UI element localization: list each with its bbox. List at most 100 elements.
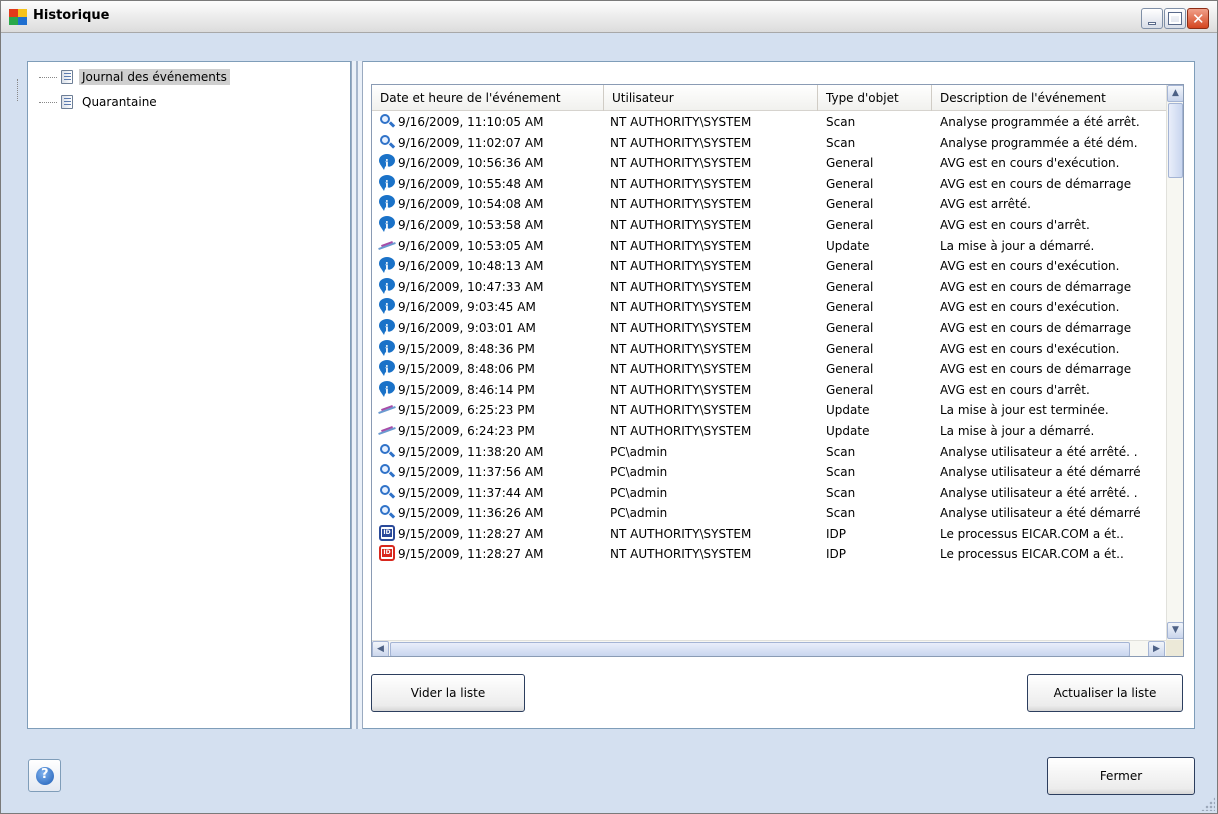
cell-type: IDP <box>826 547 847 562</box>
table-row[interactable]: i 9/15/2009, 8:48:36 PM NT AUTHORITY\SYSTE… <box>372 339 1166 360</box>
table-row[interactable]: i 9/15/2009, 8:46:14 PM NT AUTHORITY\SYSTE… <box>372 380 1166 401</box>
cell-date-text: 9/16/2009, 11:10:05 AM <box>398 115 544 129</box>
panel-splitter[interactable] <box>351 61 363 729</box>
avg-logo-icon <box>9 9 27 25</box>
table-row[interactable]: 9/15/2009, 6:25:23 PM NT AUTHORITY\SYSTEM… <box>372 400 1166 421</box>
cell-date: 9/15/2009, 11:37:56 AM <box>378 462 604 482</box>
scroll-left-button[interactable]: ◀ <box>372 641 389 656</box>
vertical-scrollbar[interactable]: ▲ ▼ <box>1166 85 1183 640</box>
cell-user: NT AUTHORITY\SYSTEM <box>610 135 752 150</box>
column-header-description[interactable]: Description de l'événement <box>932 85 1166 111</box>
cell-date-text: 9/15/2009, 11:28:27 AM <box>398 547 544 562</box>
cell-date: i 9/15/2009, 8:48:06 PM <box>378 359 604 379</box>
vertical-scroll-thumb[interactable] <box>1168 103 1183 178</box>
maximize-button[interactable] <box>1164 8 1186 29</box>
cell-description: Analyse programmée a été arrêt. <box>940 115 1140 129</box>
cell-user: NT AUTHORITY\SYSTEM <box>610 341 752 356</box>
help-button[interactable]: ? <box>28 759 61 792</box>
cell-date-text: 9/16/2009, 9:03:01 AM <box>398 320 536 335</box>
cell-user: NT AUTHORITY\SYSTEM <box>610 547 752 562</box>
refresh-list-button[interactable]: Actualiser la liste <box>1027 674 1183 712</box>
cell-date: i 9/16/2009, 10:55:48 AM <box>378 174 604 194</box>
cell-type: General <box>826 217 874 232</box>
cell-date: i 9/16/2009, 9:03:01 AM <box>378 318 604 338</box>
cell-date: i 9/16/2009, 10:53:58 AM <box>378 215 604 235</box>
cell-user: PC\admin <box>610 444 668 459</box>
close-window-button[interactable]: ✕ <box>1187 8 1209 29</box>
table-row[interactable]: i 9/16/2009, 10:55:48 AM NT AUTHORITY\SYST… <box>372 174 1166 195</box>
table-row[interactable]: 9/16/2009, 11:02:07 AM NT AUTHORITY\SYSTE… <box>372 133 1166 154</box>
cell-user: NT AUTHORITY\SYSTEM <box>610 300 752 315</box>
cell-date: i 9/16/2009, 10:56:36 AM <box>378 153 604 173</box>
close-button[interactable]: Fermer <box>1047 757 1195 795</box>
cell-date-text: 9/16/2009, 9:03:45 AM <box>398 300 536 315</box>
cell-date-text: 9/15/2009, 8:46:14 PM <box>398 382 535 397</box>
table-row[interactable]: i 9/16/2009, 10:53:58 AM NT AUTHORITY\SYST… <box>372 215 1166 236</box>
table-row[interactable]: i 9/16/2009, 10:47:33 AM NT AUTHORITY\SYST… <box>372 277 1166 298</box>
table-row[interactable]: i 9/16/2009, 10:56:36 AM NT AUTHORITY\SYST… <box>372 153 1166 174</box>
info-icon: i <box>378 277 396 294</box>
cell-date-text: 9/15/2009, 6:25:23 PM <box>398 403 535 418</box>
tree-item-event-log[interactable]: Journal des événements <box>39 68 230 86</box>
horizontal-scroll-thumb[interactable] <box>390 642 1130 656</box>
table-row[interactable]: 9/15/2009, 11:36:26 AM PC\admin Scan Analys… <box>372 503 1166 524</box>
table-row[interactable]: ID 9/15/2009, 11:28:27 AM NT AUTHORITY\SYS… <box>372 524 1166 545</box>
cell-user: NT AUTHORITY\SYSTEM <box>610 403 752 418</box>
cell-type: General <box>826 341 874 356</box>
table-row[interactable]: 9/15/2009, 11:38:20 AM PC\admin Scan Analys… <box>372 442 1166 463</box>
cell-type: Scan <box>826 135 856 150</box>
cell-date: i 9/16/2009, 9:03:45 AM <box>378 297 604 317</box>
table-row[interactable]: i 9/16/2009, 9:03:01 AM NT AUTHORITY\SYSTE… <box>372 318 1166 339</box>
cell-user: NT AUTHORITY\SYSTEM <box>610 197 752 212</box>
cell-date: 9/16/2009, 11:02:07 AM <box>378 133 604 153</box>
table-row[interactable]: ID 9/15/2009, 11:28:27 AM NT AUTHORITY\SYS… <box>372 544 1166 565</box>
cell-date: 9/15/2009, 11:37:44 AM <box>378 483 604 503</box>
event-table: Date et heure de l'événement Utilisateur… <box>371 84 1184 657</box>
table-row[interactable]: i 9/15/2009, 8:48:06 PM NT AUTHORITY\SYSTE… <box>372 359 1166 380</box>
scroll-corner <box>1166 640 1183 656</box>
minimize-icon <box>1148 22 1156 25</box>
cell-type: Scan <box>826 115 856 129</box>
resize-grip[interactable] <box>1201 797 1215 811</box>
cell-user: NT AUTHORITY\SYSTEM <box>610 320 752 335</box>
info-icon: i <box>378 318 396 335</box>
horizontal-scrollbar[interactable]: ◀ ▶ <box>372 640 1166 656</box>
scroll-up-button[interactable]: ▲ <box>1167 85 1183 102</box>
scroll-right-button[interactable]: ▶ <box>1148 641 1165 656</box>
cell-date-text: 9/16/2009, 10:48:13 AM <box>398 259 544 274</box>
cell-date-text: 9/15/2009, 11:38:20 AM <box>398 444 544 459</box>
tree-item-quarantine[interactable]: Quarantaine <box>39 93 160 111</box>
table-row[interactable]: 9/15/2009, 11:37:44 AM PC\admin Scan Analys… <box>372 483 1166 504</box>
cell-description: La mise à jour a démarré. <box>940 238 1095 253</box>
cell-type: General <box>826 362 874 377</box>
table-row[interactable]: 9/15/2009, 6:24:23 PM NT AUTHORITY\SYSTEM… <box>372 421 1166 442</box>
journal-icon <box>59 69 75 85</box>
scan-icon <box>378 443 396 459</box>
table-row[interactable]: 9/16/2009, 11:10:05 AM NT AUTHORITY\SYSTE… <box>372 112 1166 133</box>
column-header-type[interactable]: Type d'objet <box>818 85 932 111</box>
cell-date: ID 9/15/2009, 11:28:27 AM <box>378 524 604 544</box>
cell-description: La mise à jour a démarré. <box>940 423 1095 438</box>
cell-user: NT AUTHORITY\SYSTEM <box>610 362 752 377</box>
cell-date: i 9/16/2009, 10:54:08 AM <box>378 194 604 214</box>
table-row[interactable]: i 9/16/2009, 9:03:45 AM NT AUTHORITY\SYSTE… <box>372 297 1166 318</box>
table-row[interactable]: i 9/16/2009, 10:54:08 AM NT AUTHORITY\SYST… <box>372 194 1166 215</box>
tree-item-label: Quarantaine <box>82 95 157 109</box>
clear-list-button[interactable]: Vider la liste <box>371 674 525 712</box>
table-row[interactable]: 9/15/2009, 11:37:56 AM PC\admin Scan Analys… <box>372 462 1166 483</box>
cell-type: General <box>826 320 874 335</box>
cell-type: Scan <box>826 506 856 521</box>
title-bar[interactable]: Historique ✕ <box>1 1 1217 33</box>
info-icon: i <box>378 339 396 356</box>
column-header-user[interactable]: Utilisateur <box>604 85 818 111</box>
cell-type: Scan <box>826 485 856 500</box>
cell-user: NT AUTHORITY\SYSTEM <box>610 238 752 253</box>
table-row[interactable]: 9/16/2009, 10:53:05 AM NT AUTHORITY\SYSTE… <box>372 236 1166 257</box>
cell-description: AVG est en cours de démarrage <box>940 176 1132 191</box>
cell-description: AVG est en cours de démarrage <box>940 279 1132 294</box>
scroll-down-button[interactable]: ▼ <box>1167 622 1183 639</box>
column-header-date[interactable]: Date et heure de l'événement <box>372 85 604 111</box>
table-row[interactable]: i 9/16/2009, 10:48:13 AM NT AUTHORITY\SYST… <box>372 256 1166 277</box>
minimize-button[interactable] <box>1141 8 1163 29</box>
cell-type: General <box>826 300 874 315</box>
